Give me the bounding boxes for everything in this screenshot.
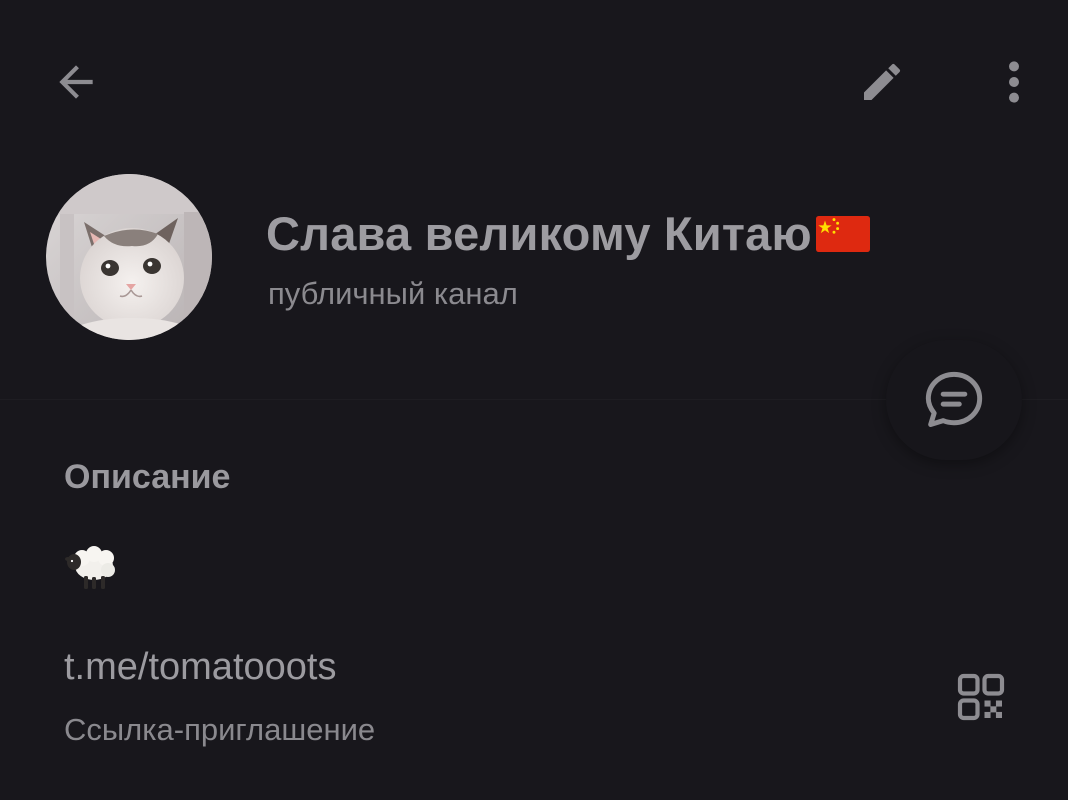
channel-type: публичный канал bbox=[268, 276, 518, 311]
channel-avatar[interactable] bbox=[46, 174, 212, 340]
china-flag-icon bbox=[815, 215, 870, 252]
qr-code-icon bbox=[957, 673, 1005, 721]
cat-photo bbox=[46, 174, 212, 340]
channel-title-row: Слава великому Китаю bbox=[266, 206, 872, 261]
qr-code-button[interactable] bbox=[946, 662, 1016, 732]
invite-link[interactable]: t.me/tomatooots bbox=[64, 646, 336, 689]
more-options-button[interactable] bbox=[984, 46, 1044, 118]
channel-title: Слава великому Китаю bbox=[266, 207, 812, 260]
sheep-emoji-icon bbox=[65, 546, 115, 589]
invite-link-caption: Ссылка-приглашение bbox=[64, 712, 376, 747]
arrow-left-icon bbox=[59, 65, 93, 99]
edit-button[interactable] bbox=[846, 46, 918, 118]
more-vertical-icon bbox=[1009, 61, 1019, 103]
comment-icon bbox=[925, 371, 983, 427]
description-content bbox=[64, 544, 116, 592]
discussion-button[interactable] bbox=[886, 340, 1022, 460]
back-button[interactable] bbox=[40, 46, 112, 118]
description-label: Описание bbox=[64, 458, 231, 496]
pencil-icon bbox=[864, 63, 901, 100]
